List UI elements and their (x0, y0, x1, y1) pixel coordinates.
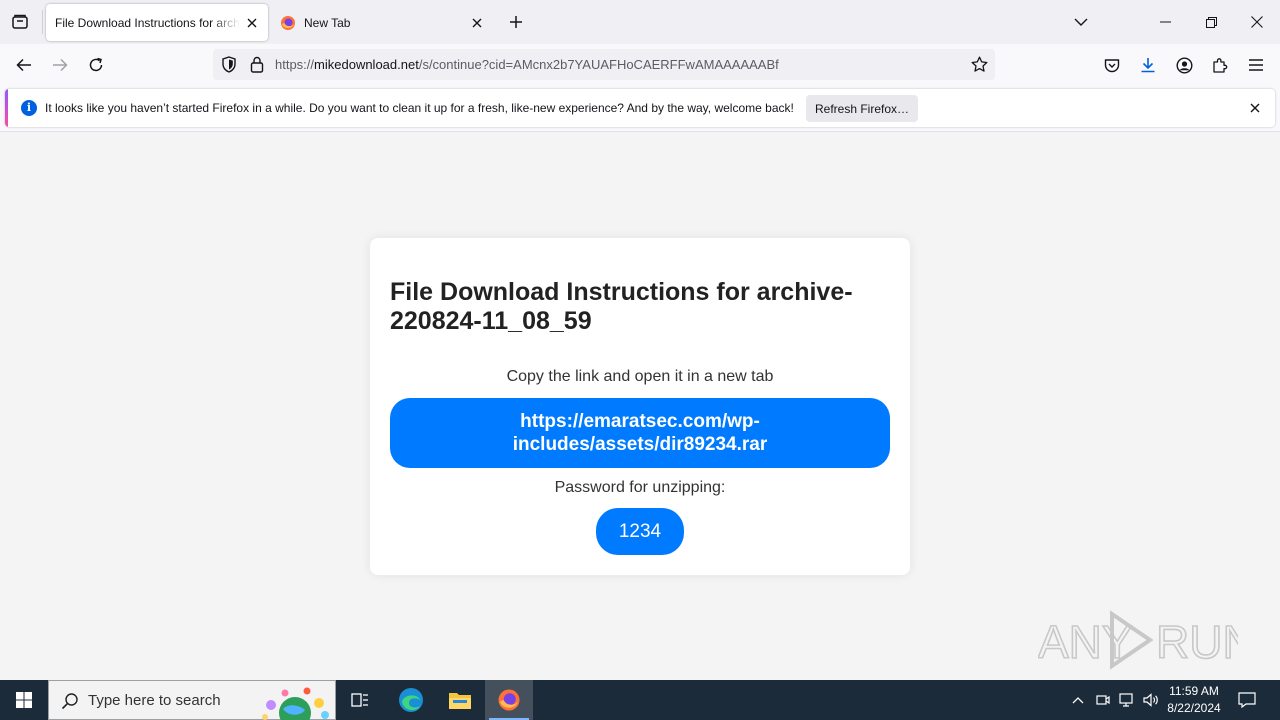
close-window-button[interactable] (1234, 0, 1280, 44)
restore-icon (1205, 16, 1217, 28)
extensions-button[interactable] (1204, 49, 1236, 81)
account-button[interactable] (1168, 49, 1200, 81)
notification-message: It looks like you haven’t started Firefo… (45, 101, 794, 115)
notification-center-button[interactable] (1234, 688, 1260, 712)
windows-logo-icon (16, 692, 32, 708)
download-instructions-card: File Download Instructions for archive-2… (370, 238, 910, 575)
password-label: Password for unzipping: (554, 479, 726, 496)
taskbar-clock[interactable]: 11:59 AM 8/22/2024 (1162, 683, 1226, 717)
close-tab-button[interactable] (240, 11, 264, 35)
url-path: /s/continue?cid=AMcnx2b7YAUAFHoCAERFFwAM… (418, 57, 779, 72)
plus-icon (510, 16, 522, 28)
tab-separator (42, 10, 43, 34)
close-icon (1251, 16, 1263, 28)
lock-icon (250, 56, 264, 73)
refresh-firefox-notification: i It looks like you haven’t started Fire… (5, 89, 1275, 127)
tab-title: File Download Instructions for archive-2… (55, 15, 240, 30)
download-link-button[interactable]: https://emaratsec.com/wp-includes/assets… (390, 398, 890, 468)
anyrun-watermark-logo: ANY RUN (1038, 610, 1238, 670)
meet-now-tray-icon[interactable] (1093, 690, 1113, 710)
page-title: File Download Instructions for archive-2… (390, 278, 853, 335)
notification-icon (1238, 692, 1256, 708)
pocket-icon (1104, 58, 1120, 72)
account-icon (1175, 56, 1193, 74)
firefox-icon (281, 15, 295, 30)
minimize-button[interactable] (1142, 0, 1188, 44)
url-text[interactable]: https://mikedownload.net/s/continue?cid=… (275, 49, 779, 80)
close-tab-button[interactable] (465, 11, 489, 35)
tab-strip: File Download Instructions for archive-2… (0, 0, 1280, 44)
tracking-protection-button[interactable] (217, 49, 241, 80)
firefox-icon (498, 689, 520, 711)
edge-icon (399, 688, 423, 712)
info-icon: i (21, 100, 37, 116)
shield-icon (222, 56, 236, 73)
reload-icon (89, 57, 103, 72)
network-tray-icon[interactable] (1117, 690, 1137, 710)
firefox-view-icon (12, 14, 28, 29)
hamburger-menu-icon (1249, 59, 1263, 71)
show-hidden-icons-button[interactable] (1068, 690, 1088, 710)
taskbar-search-box[interactable]: Type here to search (48, 680, 336, 720)
refresh-firefox-button[interactable]: Refresh Firefox… (806, 95, 918, 122)
tab-title: New Tab (304, 15, 351, 30)
close-icon (472, 18, 482, 27)
taskbar-file-explorer[interactable] (436, 680, 484, 720)
web-page: File Download Instructions for archive-2… (0, 132, 1280, 680)
list-all-tabs-button[interactable] (1058, 0, 1104, 44)
puzzle-icon (1213, 58, 1228, 73)
tab-file-download[interactable]: File Download Instructions for archive-2… (46, 4, 268, 41)
downloads-button[interactable] (1132, 49, 1164, 81)
search-highlight-illustration (262, 687, 329, 720)
minimize-icon (1159, 21, 1171, 23)
new-tab-button[interactable] (502, 8, 530, 36)
download-icon (1141, 58, 1155, 73)
network-icon (1119, 693, 1133, 707)
reload-button[interactable] (80, 49, 112, 81)
password-value[interactable]: 1234 (596, 508, 684, 555)
folder-icon (449, 693, 471, 709)
close-notification-button[interactable] (1245, 98, 1265, 118)
volume-tray-icon[interactable] (1141, 690, 1161, 710)
clock-date: 8/22/2024 (1167, 701, 1221, 715)
url-scheme: https:// (275, 57, 315, 72)
task-view-button[interactable] (336, 680, 384, 720)
windows-taskbar: Type here to search 11:59 AM 8/22/2024 (0, 680, 1280, 720)
svg-text:RUN: RUN (1156, 616, 1238, 668)
app-menu-button[interactable] (1240, 49, 1272, 81)
instruction-text: Copy the link and open it in a new tab (506, 368, 774, 385)
taskbar-firefox[interactable] (485, 680, 533, 720)
notification-accent (5, 89, 8, 127)
arrow-right-icon (53, 58, 68, 72)
pocket-button[interactable] (1096, 49, 1128, 81)
clock-time: 11:59 AM (1169, 684, 1219, 698)
taskbar-edge[interactable] (387, 680, 435, 720)
restore-button[interactable] (1188, 0, 1234, 44)
star-icon (971, 56, 987, 72)
site-info-button[interactable] (245, 49, 269, 80)
forward-button[interactable] (44, 49, 76, 81)
back-button[interactable] (8, 49, 40, 81)
url-bar[interactable]: https://mikedownload.net/s/continue?cid=… (213, 49, 995, 80)
speaker-icon (1143, 693, 1158, 707)
bookmark-button[interactable] (967, 49, 991, 80)
chevron-down-icon (1074, 18, 1088, 26)
chevron-up-icon (1072, 697, 1084, 704)
arrow-left-icon (16, 58, 31, 72)
search-placeholder: Type here to search (88, 692, 221, 709)
task-view-icon (351, 693, 368, 707)
navigation-toolbar: https://mikedownload.net/s/continue?cid=… (0, 44, 1280, 86)
search-icon (61, 693, 78, 710)
url-domain: mikedownload.net (314, 57, 419, 72)
tab-new-tab[interactable]: New Tab (271, 4, 493, 41)
start-button[interactable] (0, 680, 48, 720)
close-icon (247, 18, 257, 27)
close-icon (1250, 103, 1260, 113)
meet-now-icon (1096, 695, 1110, 705)
firefox-view-button[interactable] (4, 6, 36, 38)
